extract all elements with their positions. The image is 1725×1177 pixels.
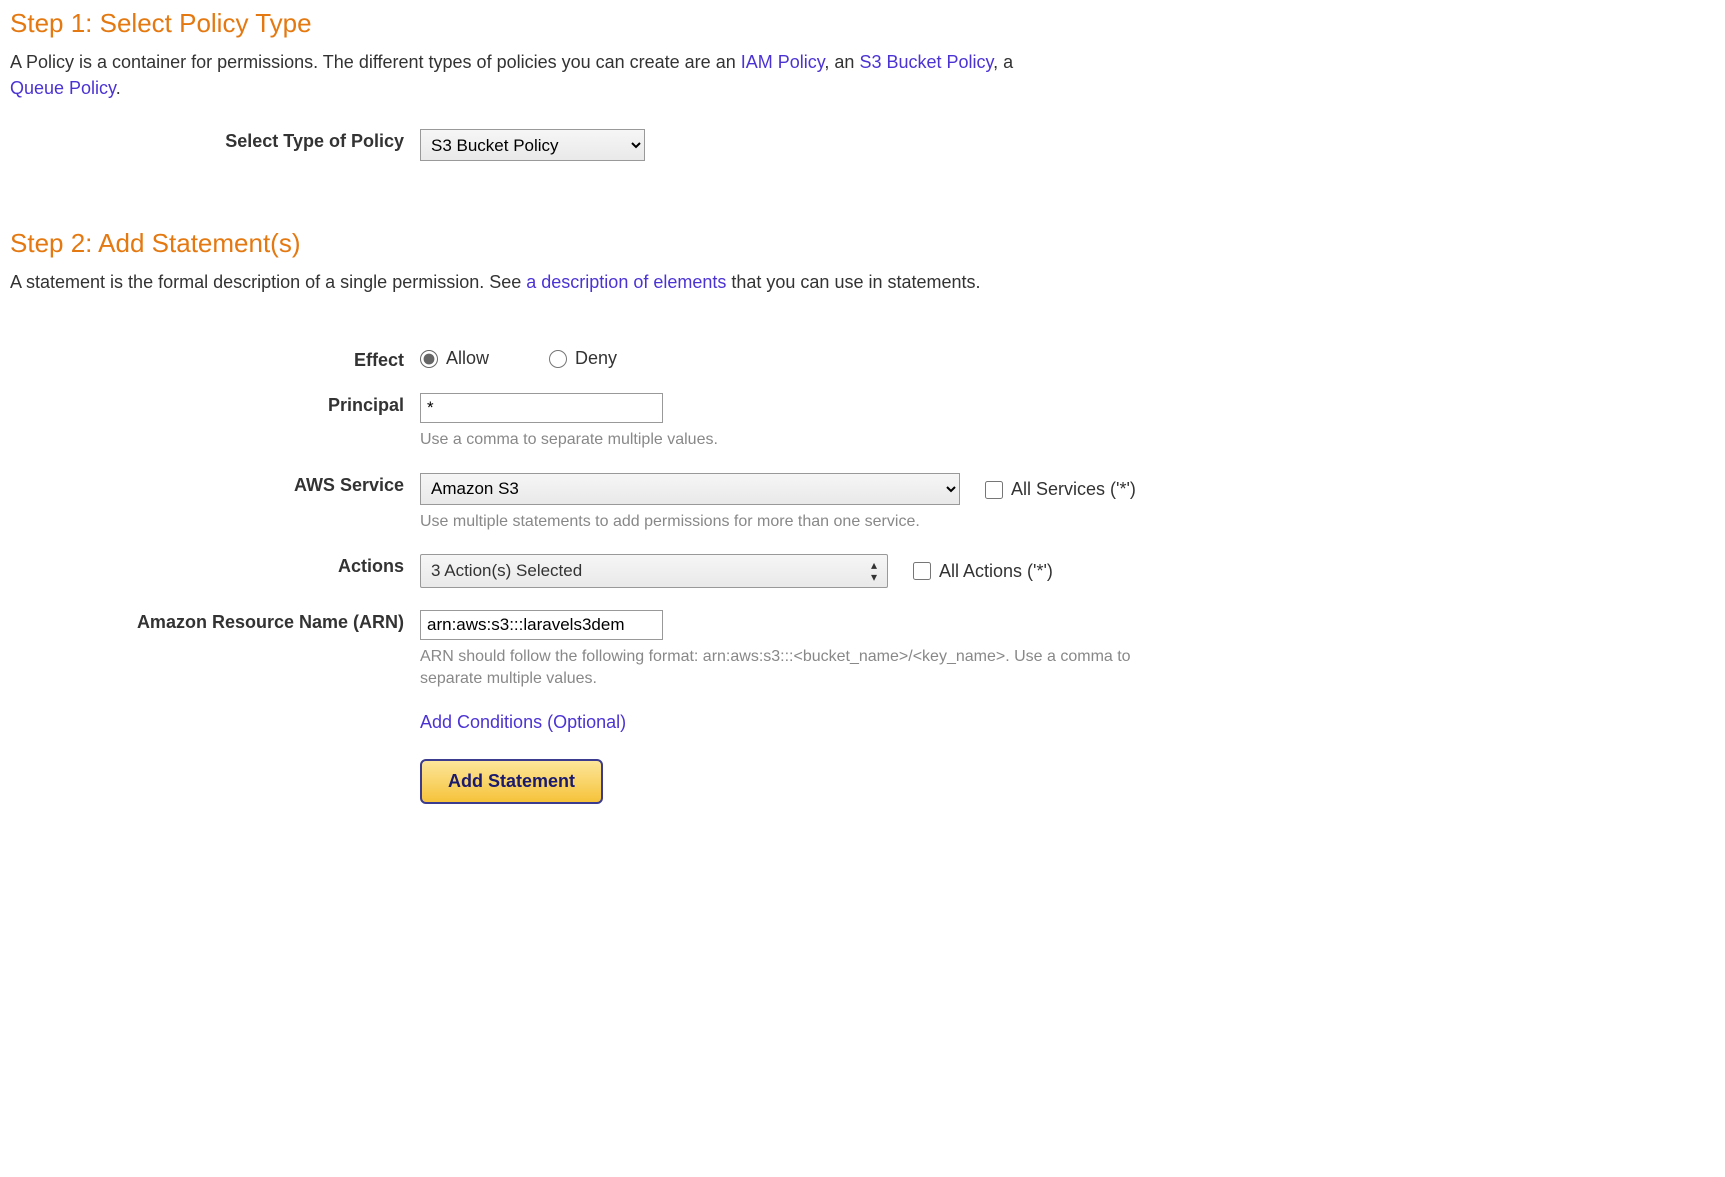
radio-deny-label: Deny bbox=[575, 348, 617, 369]
link-s3-bucket-policy[interactable]: S3 Bucket Policy bbox=[859, 52, 993, 72]
select-actions-value: 3 Action(s) Selected bbox=[431, 561, 582, 580]
radio-allow[interactable] bbox=[420, 350, 438, 368]
select-aws-service[interactable]: Amazon S3 bbox=[420, 473, 960, 505]
step2-desc-pre: A statement is the formal description of… bbox=[10, 272, 526, 292]
step2-desc-post: that you can use in statements. bbox=[726, 272, 980, 292]
select-actions[interactable]: 3 Action(s) Selected ▴▾ bbox=[420, 554, 888, 588]
link-iam-policy[interactable]: IAM Policy bbox=[741, 52, 825, 72]
label-effect: Effect bbox=[10, 348, 420, 371]
link-description-of-elements[interactable]: a description of elements bbox=[526, 272, 726, 292]
radio-allow-label: Allow bbox=[446, 348, 489, 369]
checkbox-all-services-label: All Services ('*') bbox=[1011, 479, 1136, 500]
step1-description: A Policy is a container for permissions.… bbox=[10, 49, 1715, 101]
label-select-policy-type: Select Type of Policy bbox=[10, 129, 420, 152]
step2-description: A statement is the formal description of… bbox=[10, 269, 1715, 295]
step1-heading: Step 1: Select Policy Type bbox=[10, 8, 1715, 39]
step1-desc-end: . bbox=[116, 78, 121, 98]
radio-deny[interactable] bbox=[549, 350, 567, 368]
select-arrows-icon: ▴▾ bbox=[871, 559, 877, 583]
step2-heading: Step 2: Add Statement(s) bbox=[10, 228, 1715, 259]
step1-desc-sep2: , a bbox=[993, 52, 1013, 72]
checkbox-all-actions-label: All Actions ('*') bbox=[939, 561, 1053, 582]
label-arn: Amazon Resource Name (ARN) bbox=[10, 610, 420, 633]
label-actions: Actions bbox=[10, 554, 420, 577]
link-add-conditions[interactable]: Add Conditions (Optional) bbox=[420, 712, 626, 732]
step1-desc-sep1: , an bbox=[824, 52, 859, 72]
step1-desc-text: A Policy is a container for permissions.… bbox=[10, 52, 741, 72]
input-principal[interactable] bbox=[420, 393, 663, 423]
checkbox-all-actions[interactable] bbox=[913, 562, 931, 580]
radio-option-deny[interactable]: Deny bbox=[549, 348, 617, 369]
link-queue-policy[interactable]: Queue Policy bbox=[10, 78, 116, 98]
checkbox-all-services[interactable] bbox=[985, 481, 1003, 499]
input-arn[interactable] bbox=[420, 610, 663, 640]
select-policy-type[interactable]: S3 Bucket Policy bbox=[420, 129, 645, 161]
hint-principal: Use a comma to separate multiple values. bbox=[420, 429, 1715, 451]
hint-aws-service: Use multiple statements to add permissio… bbox=[420, 511, 1715, 533]
radio-option-allow[interactable]: Allow bbox=[420, 348, 489, 369]
label-aws-service: AWS Service bbox=[10, 473, 420, 496]
hint-arn: ARN should follow the following format: … bbox=[420, 646, 1160, 689]
label-principal: Principal bbox=[10, 393, 420, 416]
checkbox-all-actions-wrap[interactable]: All Actions ('*') bbox=[913, 561, 1053, 582]
checkbox-all-services-wrap[interactable]: All Services ('*') bbox=[985, 479, 1136, 500]
add-statement-button[interactable]: Add Statement bbox=[420, 759, 603, 804]
